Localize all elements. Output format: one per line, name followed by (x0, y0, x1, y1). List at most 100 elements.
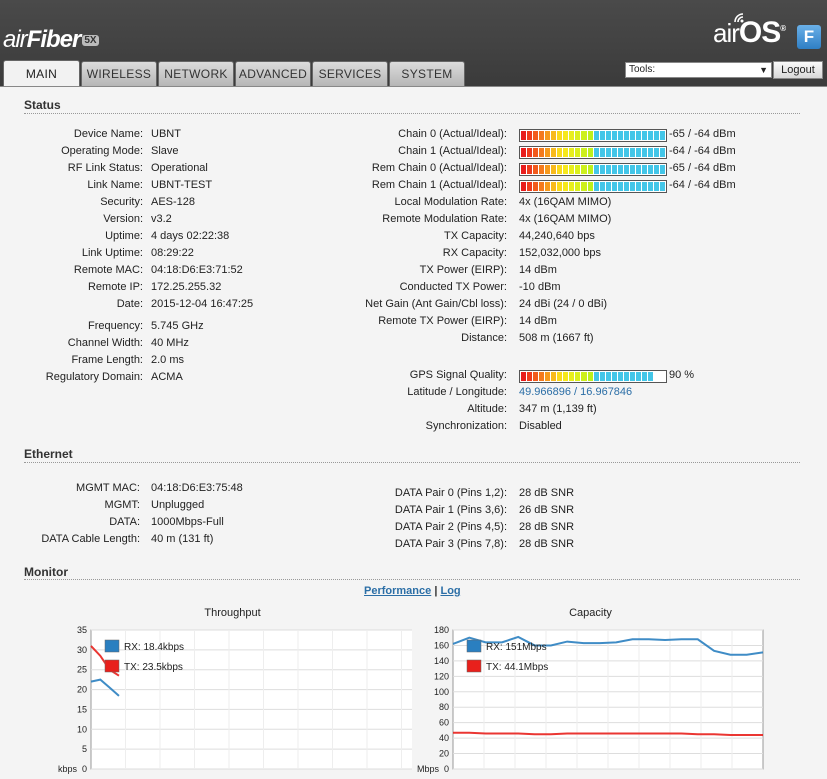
chain-1-meter-segment (533, 148, 539, 157)
rem-chain-1-meter-segment (569, 182, 575, 191)
chain-0-meter-segment (533, 131, 539, 140)
ethernet-divider (24, 462, 800, 463)
y-tick-label: 60 (439, 718, 449, 728)
y-axis-label: kbps (58, 764, 78, 774)
rem-chain-1-meter-segment (563, 182, 569, 191)
chain-0-meter (519, 129, 667, 142)
data-value: 1000Mbps-Full (151, 516, 224, 528)
tab-system[interactable]: SYSTEM (389, 61, 465, 87)
chain-0-label: Chain 0 (Actual/Ideal): (398, 128, 507, 140)
tab-main[interactable]: MAIN (3, 60, 80, 88)
chain-0-meter-segment (521, 131, 527, 140)
rx-capacity-value: 152,032,000 bps (519, 247, 601, 259)
chain-1-meter-segment (647, 148, 654, 157)
device-name-value: UBNT (151, 128, 181, 140)
date-label: Date: (116, 298, 143, 310)
capacity-chart: 0 20 40 60 80 100 120 140 160 180 Mbps RX: 151Mbps T… (417, 625, 764, 774)
chain-0-meter-segment (545, 131, 551, 140)
tools-select[interactable]: Tools: ▼ (625, 62, 772, 78)
gps-signal-quality-meter-segment (605, 372, 611, 381)
data-cable-length-label: DATA Cable Length: (41, 533, 140, 545)
rem-chain-1-meter-segment (527, 182, 533, 191)
chain-1-label: Chain 1 (Actual/Ideal): (398, 145, 507, 157)
data-pair-1-value: 26 dB SNR (519, 504, 575, 516)
conducted-tx-power-label: Conducted TX Power: (399, 281, 507, 293)
chevron-down-icon: ▼ (759, 65, 768, 75)
data-pair-2-label: DATA Pair 2 (Pins 4,5): (394, 521, 507, 533)
rem-chain-1-meter-segment (551, 182, 557, 191)
chain-0-meter-segment (557, 131, 563, 140)
chain-1-value: -64 / -64 dBm (669, 145, 736, 157)
operating-mode-label: Operating Mode: (61, 145, 143, 157)
y-axis-label: Mbps (417, 764, 440, 774)
remote-ip-value: 172.25.255.32 (151, 281, 222, 293)
rem-chain-0-meter-segment (527, 165, 533, 174)
link-name-label: Link Name: (87, 179, 143, 191)
gps-signal-quality-meter-segment (654, 372, 660, 381)
uptime-value: 4 days 02:22:38 (151, 230, 230, 242)
synchronization-value: Disabled (519, 420, 562, 432)
gps-signal-quality-meter-segment (647, 372, 654, 381)
tx-power-label: TX Power (EIRP): (419, 264, 507, 276)
net-gain-value: 24 dBi (24 / 0 dBi) (519, 298, 608, 310)
tab-advanced[interactable]: ADVANCED (235, 61, 311, 87)
gps-signal-quality-meter-segment (539, 372, 545, 381)
rem-chain-0-meter-segment (569, 165, 575, 174)
gps-signal-quality-meter-segment (569, 372, 575, 381)
chain-1-meter-segment (611, 148, 617, 157)
chain-0-meter-segment (581, 131, 587, 140)
y-tick-label: 25 (77, 665, 87, 675)
rem-chain-1-meter-segment (617, 182, 623, 191)
chain-1-meter (519, 146, 667, 159)
y-tick-label: 160 (434, 640, 449, 650)
remote-ip-label: Remote IP: (87, 281, 143, 293)
link-uptime-value: 08:29:22 (151, 247, 194, 259)
rem-chain-0-meter-segment (599, 165, 605, 174)
link-separator: | (434, 585, 438, 597)
tools-select-label: Tools: (629, 64, 656, 75)
tab-wireless[interactable]: WIRELESS (81, 61, 157, 87)
latitude-longitude-value: 49.966896 / 16.967846 (519, 386, 633, 398)
logout-button[interactable]: Logout (773, 61, 823, 79)
tab-services[interactable]: SERVICES (312, 61, 388, 87)
frequency-value: 5.745 GHz (151, 320, 204, 332)
y-tick-label: 35 (77, 625, 87, 635)
chain-0-value: -65 / -64 dBm (669, 128, 736, 140)
chain-0-meter-segment (539, 131, 545, 140)
tab-network[interactable]: NETWORK (158, 61, 234, 87)
rem-chain-0-meter-segment (557, 165, 563, 174)
synchronization-label: Synchronization: (425, 420, 507, 432)
rem-chain-1-meter-segment (575, 182, 581, 191)
rem-chain-1-meter-segment (641, 182, 647, 191)
data-label: DATA: (109, 516, 140, 528)
gps-signal-quality-meter-segment (527, 372, 533, 381)
y-tick-label: 20 (77, 685, 87, 695)
conducted-tx-power-value: -10 dBm (519, 281, 561, 293)
rem-chain-0-meter-segment (641, 165, 647, 174)
gps-signal-quality-meter-segment (641, 372, 647, 381)
y-tick-label: 140 (434, 656, 449, 666)
legend-swatch-rx (104, 639, 120, 653)
chain-0-meter-segment (647, 131, 654, 140)
rf-link-status-value: Operational (151, 162, 208, 174)
y-tick-label: 80 (439, 702, 449, 712)
rx-capacity-label: RX Capacity: (442, 247, 507, 259)
data-pair-0-label: DATA Pair 0 (Pins 1,2): (394, 487, 507, 499)
rem-chain-1-meter-segment (599, 182, 605, 191)
performance-link[interactable]: Performance (364, 585, 431, 597)
legend-label-tx: TX: 23.5kbps (124, 662, 183, 673)
altitude-label: Altitude: (467, 403, 507, 415)
chain-0-meter-segment (599, 131, 605, 140)
rem-chain-0-meter-segment (551, 165, 557, 174)
data-pair-1-label: DATA Pair 1 (Pins 3,6): (394, 504, 507, 516)
rem-chain-1-meter-segment (629, 182, 635, 191)
uptime-label: Uptime: (105, 230, 143, 242)
mgmt-mac-label: MGMT MAC: (76, 482, 140, 494)
airos-logo: airOS® (713, 16, 786, 49)
rem-chain-0-meter-segment (611, 165, 617, 174)
rem-chain-0-meter-segment (593, 165, 599, 174)
rem-chain-1-meter-segment (611, 182, 617, 191)
rem-chain-1-meter-segment (660, 182, 666, 191)
log-link[interactable]: Log (440, 585, 460, 597)
y-tick-label: 10 (77, 724, 87, 734)
